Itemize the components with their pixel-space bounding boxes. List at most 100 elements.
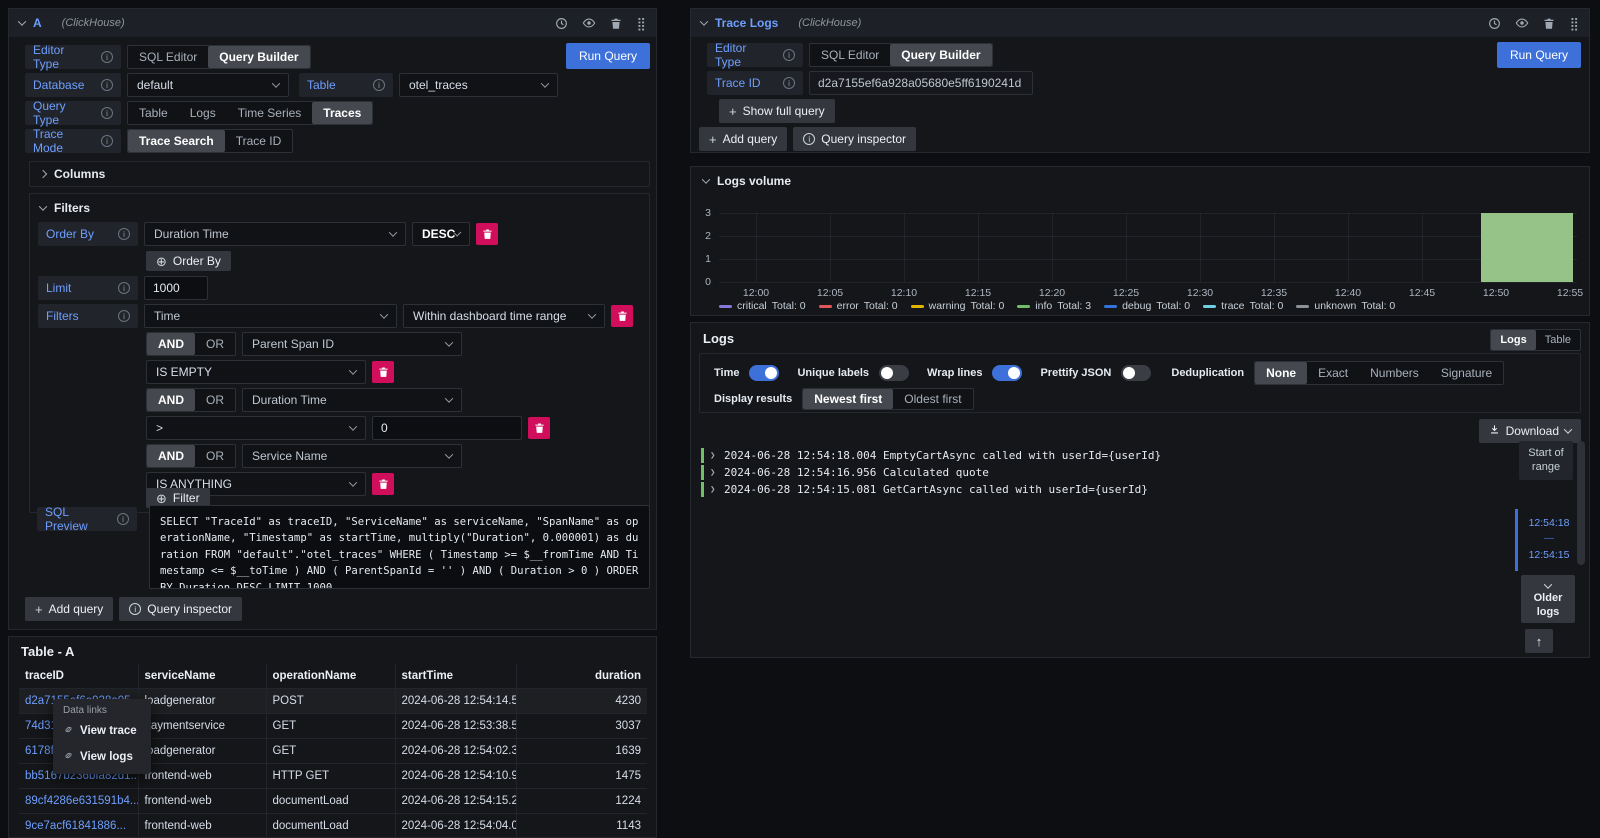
filter-operator-select[interactable]: > <box>146 416 366 440</box>
log-entry[interactable]: ❯ 2024-06-28 12:54:18.004 EmptyCartAsync… <box>701 447 1161 464</box>
collapse-chevron-icon[interactable] <box>18 17 26 25</box>
remove-filter-button[interactable] <box>611 305 633 327</box>
option-trace-search[interactable]: Trace Search <box>128 130 225 152</box>
editor-type-switch[interactable]: SQL Editor Query Builder <box>809 43 993 67</box>
collapse-chevron-icon[interactable] <box>39 202 47 210</box>
trace-mode-switch[interactable]: Trace Search Trace ID <box>127 129 293 153</box>
legend-item[interactable]: unknownTotal: 0 <box>1296 300 1395 312</box>
range-to-time[interactable]: 12:54:15 <box>1523 549 1575 561</box>
download-button[interactable]: Download <box>1479 419 1581 443</box>
eye-icon[interactable] <box>1515 16 1529 30</box>
query-inspector-button[interactable]: i Query inspector <box>793 127 916 151</box>
drag-handle-icon[interactable]: ⣿ <box>636 17 646 30</box>
logs-view-switch[interactable]: Logs Table <box>1490 329 1581 351</box>
order-by-direction-select[interactable]: DESC <box>412 222 470 246</box>
column-header[interactable]: startTime <box>395 664 516 689</box>
option-signature[interactable]: Signature <box>1430 362 1503 384</box>
option-none[interactable]: None <box>1255 362 1307 384</box>
column-header[interactable]: serviceName <box>138 664 266 689</box>
option-or[interactable]: OR <box>195 445 235 467</box>
scroll-to-top-button[interactable]: ↑ <box>1525 629 1553 653</box>
log-entry[interactable]: ❯ 2024-06-28 12:54:16.956 Calculated quo… <box>701 464 1161 481</box>
expand-chevron-icon[interactable]: ❯ <box>710 468 718 478</box>
info-icon[interactable]: i <box>783 77 795 89</box>
info-icon[interactable]: i <box>101 107 113 119</box>
expand-chevron-icon[interactable]: ❯ <box>710 451 718 461</box>
option-traces[interactable]: Traces <box>312 102 372 124</box>
legend-item[interactable]: traceTotal: 0 <box>1203 300 1283 312</box>
database-select[interactable]: default <box>127 73 289 97</box>
legend-item[interactable]: debugTotal: 0 <box>1104 300 1190 312</box>
limit-input[interactable] <box>144 276 208 300</box>
remove-order-by-button[interactable] <box>476 223 498 245</box>
option-sql-editor[interactable]: SQL Editor <box>128 46 208 68</box>
info-icon[interactable]: i <box>373 79 385 91</box>
filter-field-select[interactable]: Duration Time <box>242 388 462 412</box>
prettify-json-toggle[interactable] <box>1121 365 1151 381</box>
columns-section[interactable]: Columns <box>29 161 650 187</box>
filter-field-select[interactable]: Service Name <box>242 444 462 468</box>
trace-id-link[interactable]: 9ce7acf61841886... <box>25 820 126 832</box>
info-icon[interactable]: i <box>118 282 130 294</box>
filter-field-select[interactable]: Parent Span ID <box>242 332 462 356</box>
wrap-lines-toggle[interactable] <box>992 365 1022 381</box>
drag-handle-icon[interactable]: ⣿ <box>1569 17 1579 30</box>
column-header[interactable]: operationName <box>266 664 395 689</box>
filter-value-input[interactable] <box>372 416 522 440</box>
option-table-view[interactable]: Table <box>1536 330 1580 350</box>
option-trace-id[interactable]: Trace ID <box>225 130 293 152</box>
bool-operator-switch[interactable]: AND OR <box>146 332 236 356</box>
display-results-switch[interactable]: Newest first Oldest first <box>802 388 973 410</box>
option-logs[interactable]: Logs <box>179 102 227 124</box>
option-and[interactable]: AND <box>147 333 195 355</box>
option-or[interactable]: OR <box>195 389 235 411</box>
legend-item[interactable]: warningTotal: 0 <box>911 300 1005 312</box>
remove-filter-button[interactable] <box>528 417 550 439</box>
history-icon[interactable] <box>555 17 568 30</box>
info-icon[interactable]: i <box>783 49 795 61</box>
trace-id-link[interactable]: 89cf4286e631591b4... <box>25 795 138 807</box>
collapse-chevron-icon[interactable] <box>700 17 708 25</box>
older-logs-button[interactable]: Older logs <box>1521 575 1575 623</box>
remove-filter-button[interactable] <box>372 473 394 495</box>
trash-icon[interactable] <box>610 17 622 30</box>
info-icon[interactable]: i <box>101 51 113 63</box>
editor-type-switch[interactable]: SQL Editor Query Builder <box>127 45 311 69</box>
add-order-by-button[interactable]: ⊕ Order By <box>146 251 231 271</box>
run-query-button[interactable]: Run Query <box>566 43 650 69</box>
option-query-builder[interactable]: Query Builder <box>890 44 991 66</box>
view-trace-link[interactable]: View trace <box>63 722 141 740</box>
run-query-button[interactable]: Run Query <box>1497 42 1581 68</box>
option-oldest-first[interactable]: Oldest first <box>893 389 972 409</box>
info-icon[interactable]: i <box>117 513 129 525</box>
filter-operator-select[interactable]: Within dashboard time range <box>403 304 605 328</box>
order-by-field-select[interactable]: Duration Time <box>144 222 406 246</box>
option-table[interactable]: Table <box>128 102 179 124</box>
show-full-query-button[interactable]: + Show full query <box>719 99 835 123</box>
info-icon[interactable]: i <box>118 310 130 322</box>
option-query-builder[interactable]: Query Builder <box>208 46 309 68</box>
option-numbers[interactable]: Numbers <box>1359 362 1430 384</box>
info-icon[interactable]: i <box>101 79 113 91</box>
add-query-button[interactable]: + Add query <box>25 597 113 621</box>
log-entry[interactable]: ❯ 2024-06-28 12:54:15.081 GetCartAsync c… <box>701 481 1161 498</box>
table-select[interactable]: otel_traces <box>399 73 558 97</box>
range-from-time[interactable]: 12:54:18 <box>1523 517 1575 529</box>
logs-scrollbar[interactable] <box>1577 441 1585 565</box>
option-and[interactable]: AND <box>147 389 195 411</box>
column-header[interactable]: duration <box>516 664 647 689</box>
trace-id-input[interactable] <box>809 71 1033 95</box>
panel-title[interactable]: Trace Logs <box>715 16 778 30</box>
info-icon[interactable]: i <box>101 135 113 147</box>
view-logs-link[interactable]: View logs <box>63 748 141 766</box>
column-header[interactable]: traceID <box>19 664 138 689</box>
option-sql-editor[interactable]: SQL Editor <box>810 44 890 66</box>
info-icon[interactable]: i <box>118 228 130 240</box>
option-and[interactable]: AND <box>147 445 195 467</box>
panel-title[interactable]: A <box>33 16 42 30</box>
legend-item[interactable]: infoTotal: 3 <box>1017 300 1091 312</box>
eye-icon[interactable] <box>582 16 596 30</box>
option-logs-view[interactable]: Logs <box>1491 330 1535 350</box>
legend-item[interactable]: errorTotal: 0 <box>819 300 898 312</box>
filter-field-select[interactable]: Time <box>144 304 397 328</box>
